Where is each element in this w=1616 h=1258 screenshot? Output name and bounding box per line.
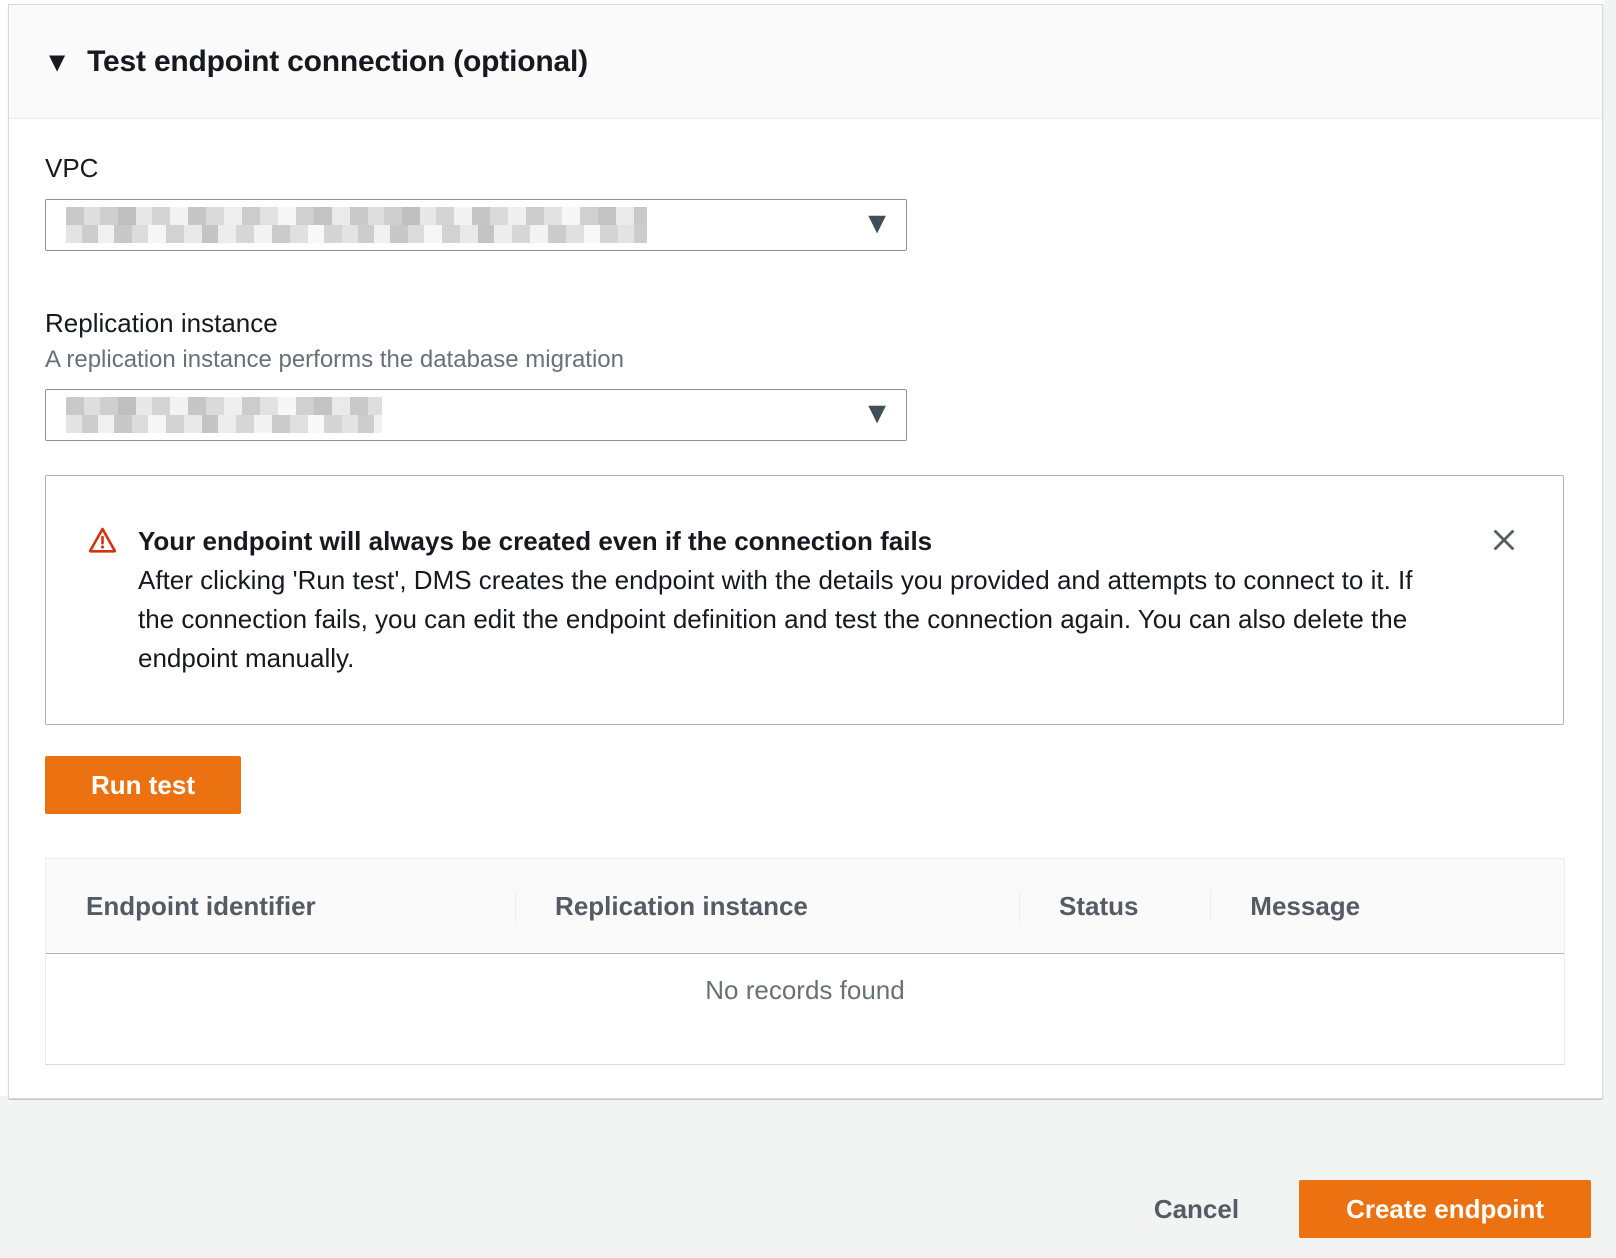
replication-instance-label: Replication instance (45, 307, 1562, 340)
page-left-margin (0, 0, 8, 1096)
vpc-select-value-redacted (66, 207, 647, 243)
warning-alert-title: Your endpoint will always be created eve… (138, 522, 1438, 561)
cancel-button[interactable]: Cancel (1154, 1180, 1239, 1238)
column-header-message: Message (1210, 891, 1564, 922)
section-body: VPC ▼ Replication instance A replication… (9, 119, 1602, 1065)
test-results-table: Endpoint identifier Replication instance… (45, 858, 1565, 1065)
table-empty-state: No records found (46, 954, 1564, 1064)
column-header-status: Status (1019, 891, 1210, 922)
form-actions-footer: Cancel Create endpoint (0, 1100, 1616, 1258)
vpc-label: VPC (45, 152, 1562, 185)
alert-close-button[interactable] (1487, 524, 1521, 558)
chevron-down-icon: ▼ (868, 213, 886, 236)
warning-alert-content: Your endpoint will always be created eve… (138, 522, 1438, 678)
chevron-down-icon: ▼ (868, 403, 886, 426)
create-endpoint-button[interactable]: Create endpoint (1299, 1180, 1591, 1238)
close-icon (1489, 525, 1519, 558)
column-header-endpoint-identifier: Endpoint identifier (46, 891, 515, 922)
section-title: Test endpoint connection (optional) (87, 45, 588, 79)
run-test-button[interactable]: Run test (45, 756, 241, 814)
warning-alert-body: After clicking 'Run test', DMS creates t… (138, 561, 1438, 678)
section-expand-caret-icon: ▼ (49, 52, 65, 73)
warning-alert: Your endpoint will always be created eve… (45, 475, 1564, 725)
table-header-row: Endpoint identifier Replication instance… (46, 859, 1564, 954)
replication-instance-select-value-redacted (66, 397, 382, 433)
test-endpoint-connection-panel: ▼ Test endpoint connection (optional) VP… (8, 4, 1603, 1099)
warning-triangle-icon (87, 525, 118, 678)
replication-instance-field-group: Replication instance A replication insta… (45, 307, 1562, 441)
vpc-select[interactable]: ▼ (45, 199, 907, 251)
replication-instance-description: A replication instance performs the data… (45, 345, 1562, 375)
vpc-field-group: VPC ▼ (45, 152, 1562, 251)
section-header-test-endpoint-connection[interactable]: ▼ Test endpoint connection (optional) (9, 5, 1602, 119)
replication-instance-select[interactable]: ▼ (45, 389, 907, 441)
column-header-replication-instance: Replication instance (515, 891, 1019, 922)
